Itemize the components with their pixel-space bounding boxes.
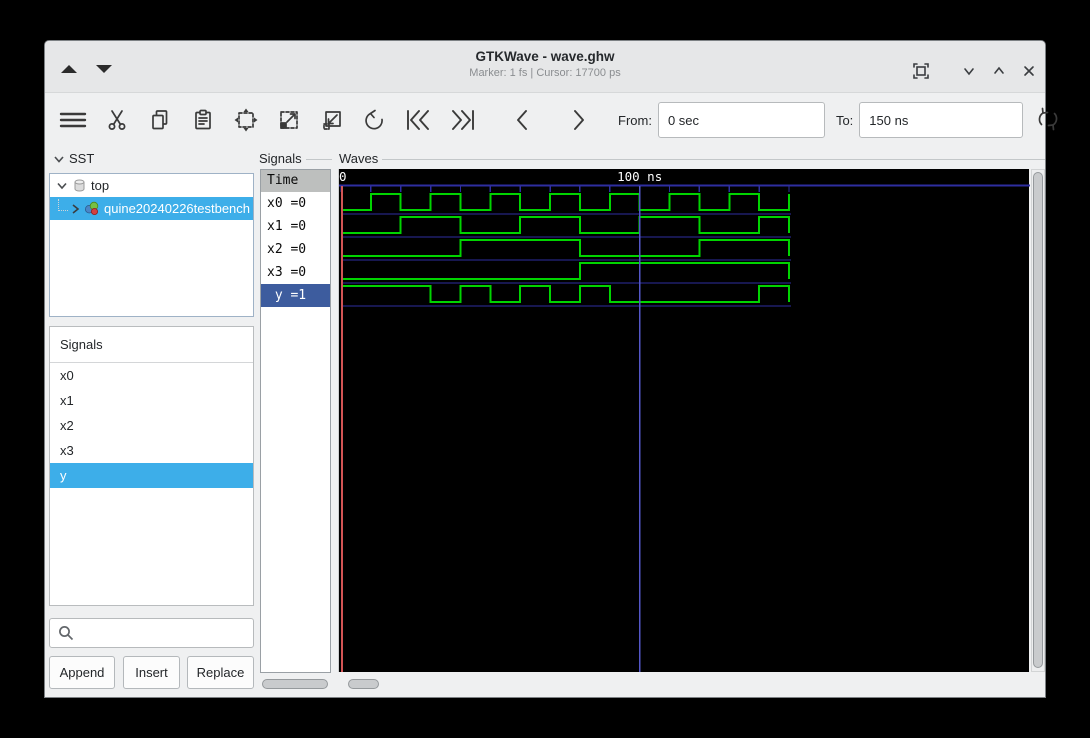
expander-closed-icon (72, 203, 80, 214)
signal-list-panel: Signals x0 x1 x2 x3 y (49, 326, 254, 606)
wave-names-panel[interactable]: Time x0 =0 x1 =0 x2 =0 x3 =0 y =1 (260, 169, 331, 673)
waves-frame-label: Waves (339, 151, 379, 166)
timeline-label: 0 (339, 169, 347, 184)
titlebar[interactable]: GTKWave - wave.ghw Marker: 1 fs | Cursor… (45, 41, 1045, 93)
signal-list-header: Signals (50, 327, 253, 363)
database-cylinder-icon (74, 179, 85, 192)
wave-canvas[interactable]: 0 100 ns (338, 169, 1030, 672)
waves-frame-header: Waves (339, 151, 1045, 166)
waveform-x2 (341, 239, 791, 257)
toolbar: From: To: (45, 93, 1058, 147)
maximize-icon[interactable] (987, 59, 1011, 83)
zoom-out-icon[interactable] (318, 105, 346, 135)
fullscreen-icon[interactable] (909, 59, 933, 83)
scrollbar-thumb[interactable] (1033, 172, 1043, 668)
sst-tree-item-quine20240226testbench[interactable]: quine20240226testbench (50, 197, 253, 220)
tree-guide-line (58, 198, 68, 211)
signal-list-item-x1[interactable]: x1 (50, 388, 253, 413)
names-frame-header: Signals (259, 151, 332, 166)
timeline-label: 100 ns (617, 169, 662, 184)
insert-button[interactable]: Insert (123, 656, 180, 689)
wave-name-row[interactable]: x2 =0 (261, 238, 330, 261)
signal-list-item-x3[interactable]: x3 (50, 438, 253, 463)
close-icon[interactable] (1017, 59, 1041, 83)
names-frame-label: Signals (259, 151, 302, 166)
zoom-in-icon[interactable] (275, 105, 303, 135)
paste-icon[interactable] (189, 105, 217, 135)
search-input[interactable] (49, 618, 254, 648)
step-right-icon[interactable] (565, 105, 593, 135)
waveform-plot: 0 100 ns (339, 169, 1030, 672)
waveform-y (341, 285, 791, 303)
undo-icon[interactable] (361, 105, 389, 135)
magnifier-icon (59, 626, 74, 641)
copy-icon[interactable] (146, 105, 174, 135)
minimize-icon[interactable] (957, 59, 981, 83)
wave-name-row[interactable]: x1 =0 (261, 215, 330, 238)
scrollbar-thumb[interactable] (348, 679, 379, 689)
signal-list-item-y[interactable]: y (50, 463, 253, 488)
gtkwave-window: GTKWave - wave.ghw Marker: 1 fs | Cursor… (44, 40, 1058, 698)
to-input[interactable] (859, 102, 1024, 138)
waveform-x0 (341, 193, 791, 211)
signal-list-item-x2[interactable]: x2 (50, 413, 253, 438)
from-input[interactable] (657, 102, 825, 138)
step-left-icon[interactable] (508, 105, 536, 135)
chevron-down-icon (54, 155, 64, 163)
tree-item-label: top (91, 178, 110, 193)
to-label: To: (835, 112, 854, 128)
signal-list-item-x0[interactable]: x0 (50, 363, 253, 388)
wave-name-row[interactable]: x3 =0 (261, 261, 330, 284)
cut-icon[interactable] (103, 105, 131, 135)
from-label: From: (618, 112, 652, 128)
names-horizontal-scrollbar[interactable] (260, 678, 331, 690)
window-title: GTKWave - wave.ghw (475, 49, 615, 64)
wave-vertical-scrollbar[interactable] (1031, 169, 1045, 672)
reload-icon[interactable] (1034, 105, 1062, 135)
marker-cursor-status: Marker: 1 fs | Cursor: 17700 ps (469, 67, 621, 79)
wave-horizontal-scrollbar[interactable] (338, 678, 1029, 690)
time-header[interactable]: Time (261, 170, 330, 192)
menu-icon[interactable] (57, 105, 89, 135)
replace-button[interactable]: Replace (187, 656, 254, 689)
scrollbar-thumb[interactable] (262, 679, 328, 689)
jump-to-start-icon[interactable] (404, 105, 432, 135)
zoom-fit-icon[interactable] (232, 105, 260, 135)
jump-to-end-icon[interactable] (447, 105, 475, 135)
tree-item-label: quine20240226testbench (104, 201, 251, 216)
expander-open-icon (57, 182, 67, 189)
sst-header[interactable]: SST (53, 151, 94, 166)
sst-label: SST (69, 151, 95, 166)
sst-tree[interactable]: top quine20240226testbench (49, 173, 254, 317)
wave-name-row[interactable]: x0 =0 (261, 192, 330, 215)
sst-tree-item-top[interactable]: top (50, 174, 253, 197)
waveform-x1 (341, 216, 791, 234)
append-button[interactable]: Append (49, 656, 115, 689)
signal-list[interactable]: x0 x1 x2 x3 y (50, 363, 253, 488)
waveform-x3 (341, 262, 791, 280)
wave-name-row[interactable]: y =1 (261, 284, 330, 307)
module-icon (84, 201, 99, 215)
